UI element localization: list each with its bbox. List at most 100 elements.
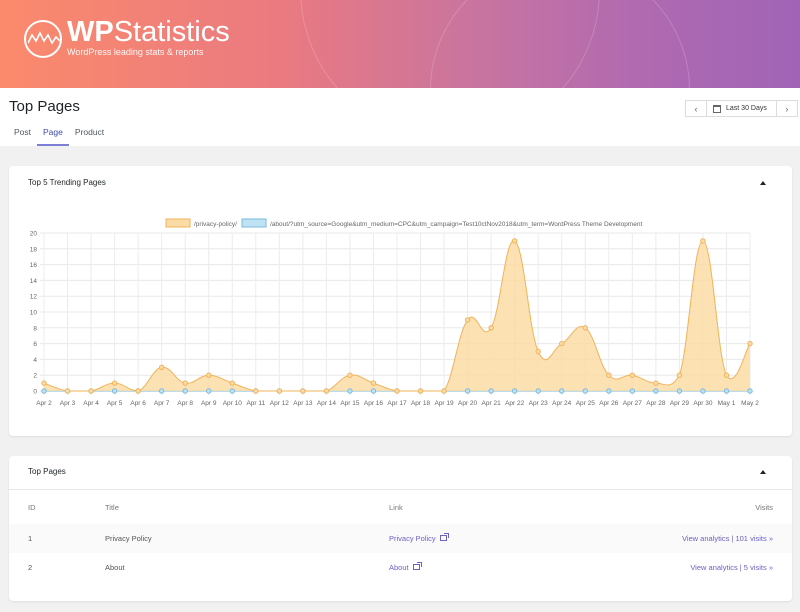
- data-point: [253, 388, 259, 394]
- row-id: 1: [9, 524, 105, 553]
- data-point: [464, 388, 471, 394]
- data-point: [700, 388, 706, 394]
- data-point: [606, 388, 612, 394]
- data-point: [441, 388, 447, 394]
- data-point: [582, 388, 588, 394]
- y-tick-label: 0: [33, 389, 37, 396]
- data-point: [41, 388, 47, 394]
- page-link[interactable]: Privacy Policy: [389, 534, 436, 543]
- data-point: [747, 340, 753, 347]
- y-tick-label: 18: [30, 246, 38, 253]
- data-point: [582, 325, 588, 331]
- external-link-icon[interactable]: [439, 533, 449, 541]
- x-tick-label: Apr 15: [340, 400, 360, 407]
- data-point: [700, 238, 706, 244]
- page-link[interactable]: About: [389, 563, 409, 572]
- external-link-icon[interactable]: [412, 562, 422, 570]
- table-row: 1 Privacy Policy Privacy Policy View ana…: [9, 524, 792, 553]
- x-tick-label: May 2: [741, 400, 759, 407]
- top-pages-table: ID Title Link Visits 1 Privacy Policy Pr…: [9, 490, 792, 582]
- x-tick-label: Apr 13: [293, 400, 313, 407]
- x-tick-label: Apr 20: [458, 400, 478, 407]
- data-point: [111, 388, 118, 394]
- x-tick-label: Apr 17: [387, 400, 407, 407]
- x-tick-label: Apr 5: [107, 400, 123, 407]
- data-point: [323, 388, 330, 394]
- data-point: [111, 380, 118, 386]
- x-tick-label: Apr 7: [154, 400, 170, 407]
- x-tick-label: Apr 27: [623, 400, 643, 407]
- y-tick-label: 20: [30, 231, 38, 238]
- data-point: [158, 388, 165, 394]
- data-point: [206, 388, 212, 394]
- view-analytics-link[interactable]: View analytics | 5 visits »: [690, 563, 773, 572]
- data-point: [559, 340, 565, 347]
- x-tick-label: Apr 4: [83, 400, 99, 407]
- data-point: [182, 380, 188, 386]
- data-point: [300, 388, 306, 394]
- legend-swatch: [241, 218, 267, 228]
- legend-swatch: [165, 218, 191, 228]
- data-point: [747, 388, 753, 394]
- data-point: [88, 388, 94, 394]
- row-id: 2: [28, 563, 33, 572]
- x-tick-label: May 1: [718, 400, 736, 407]
- data-point: [370, 380, 377, 386]
- data-point: [488, 325, 494, 331]
- data-point: [41, 380, 47, 386]
- row-title: About: [105, 563, 125, 572]
- data-point: [229, 388, 235, 394]
- data-point: [64, 388, 71, 394]
- x-tick-label: Apr 30: [693, 400, 713, 407]
- x-tick-label: Apr 10: [223, 400, 243, 407]
- data-point: [723, 372, 730, 378]
- x-tick-label: Apr 2: [36, 400, 52, 407]
- caret-up-icon[interactable]: [760, 470, 766, 474]
- data-point: [488, 388, 494, 394]
- data-point: [229, 380, 235, 386]
- data-point: [464, 317, 471, 323]
- x-tick-label: Apr 25: [576, 400, 596, 407]
- column-header-id: ID: [28, 502, 36, 512]
- y-tick-label: 4: [33, 357, 37, 364]
- data-point: [676, 388, 683, 394]
- x-tick-label: Apr 18: [411, 400, 431, 407]
- data-point: [653, 388, 659, 394]
- y-tick-label: 2: [33, 373, 37, 380]
- data-point: [158, 364, 165, 370]
- y-tick-label: 10: [30, 310, 38, 317]
- data-point: [511, 388, 518, 394]
- data-point: [723, 388, 730, 394]
- data-point: [347, 388, 353, 394]
- data-point: [206, 372, 212, 378]
- data-point: [653, 380, 659, 386]
- data-point: [676, 372, 683, 378]
- x-tick-label: Apr 21: [482, 400, 502, 407]
- row-title: Privacy Policy: [105, 524, 389, 553]
- view-analytics-link[interactable]: View analytics | 101 visits »: [682, 534, 773, 543]
- x-tick-label: Apr 22: [505, 400, 525, 407]
- x-tick-label: Apr 6: [130, 400, 146, 407]
- data-point: [394, 388, 400, 394]
- data-point: [135, 388, 141, 394]
- column-header-visits: Visits: [755, 502, 773, 512]
- x-tick-label: Apr 12: [270, 400, 290, 407]
- x-tick-label: Apr 29: [670, 400, 690, 407]
- column-header-title: Title: [105, 502, 119, 512]
- data-point: [629, 388, 636, 394]
- data-point: [559, 388, 565, 394]
- data-point: [511, 238, 518, 244]
- trending-pages-card: Top 5 Trending Pages /privacy-policy//ab…: [9, 166, 792, 436]
- x-tick-label: Apr 3: [60, 400, 76, 407]
- table-header-row: ID Title Link Visits: [9, 490, 792, 524]
- legend-label: /privacy-policy/: [194, 221, 237, 228]
- y-tick-label: 6: [33, 341, 37, 348]
- table-row: 2 About About View analytics | 5 visits …: [9, 553, 792, 582]
- y-tick-label: 8: [33, 325, 37, 332]
- data-point: [182, 388, 188, 394]
- data-point: [535, 388, 541, 394]
- column-header-link: Link: [389, 502, 403, 512]
- x-tick-label: Apr 9: [201, 400, 217, 407]
- data-point: [629, 372, 636, 378]
- y-tick-label: 12: [30, 294, 38, 301]
